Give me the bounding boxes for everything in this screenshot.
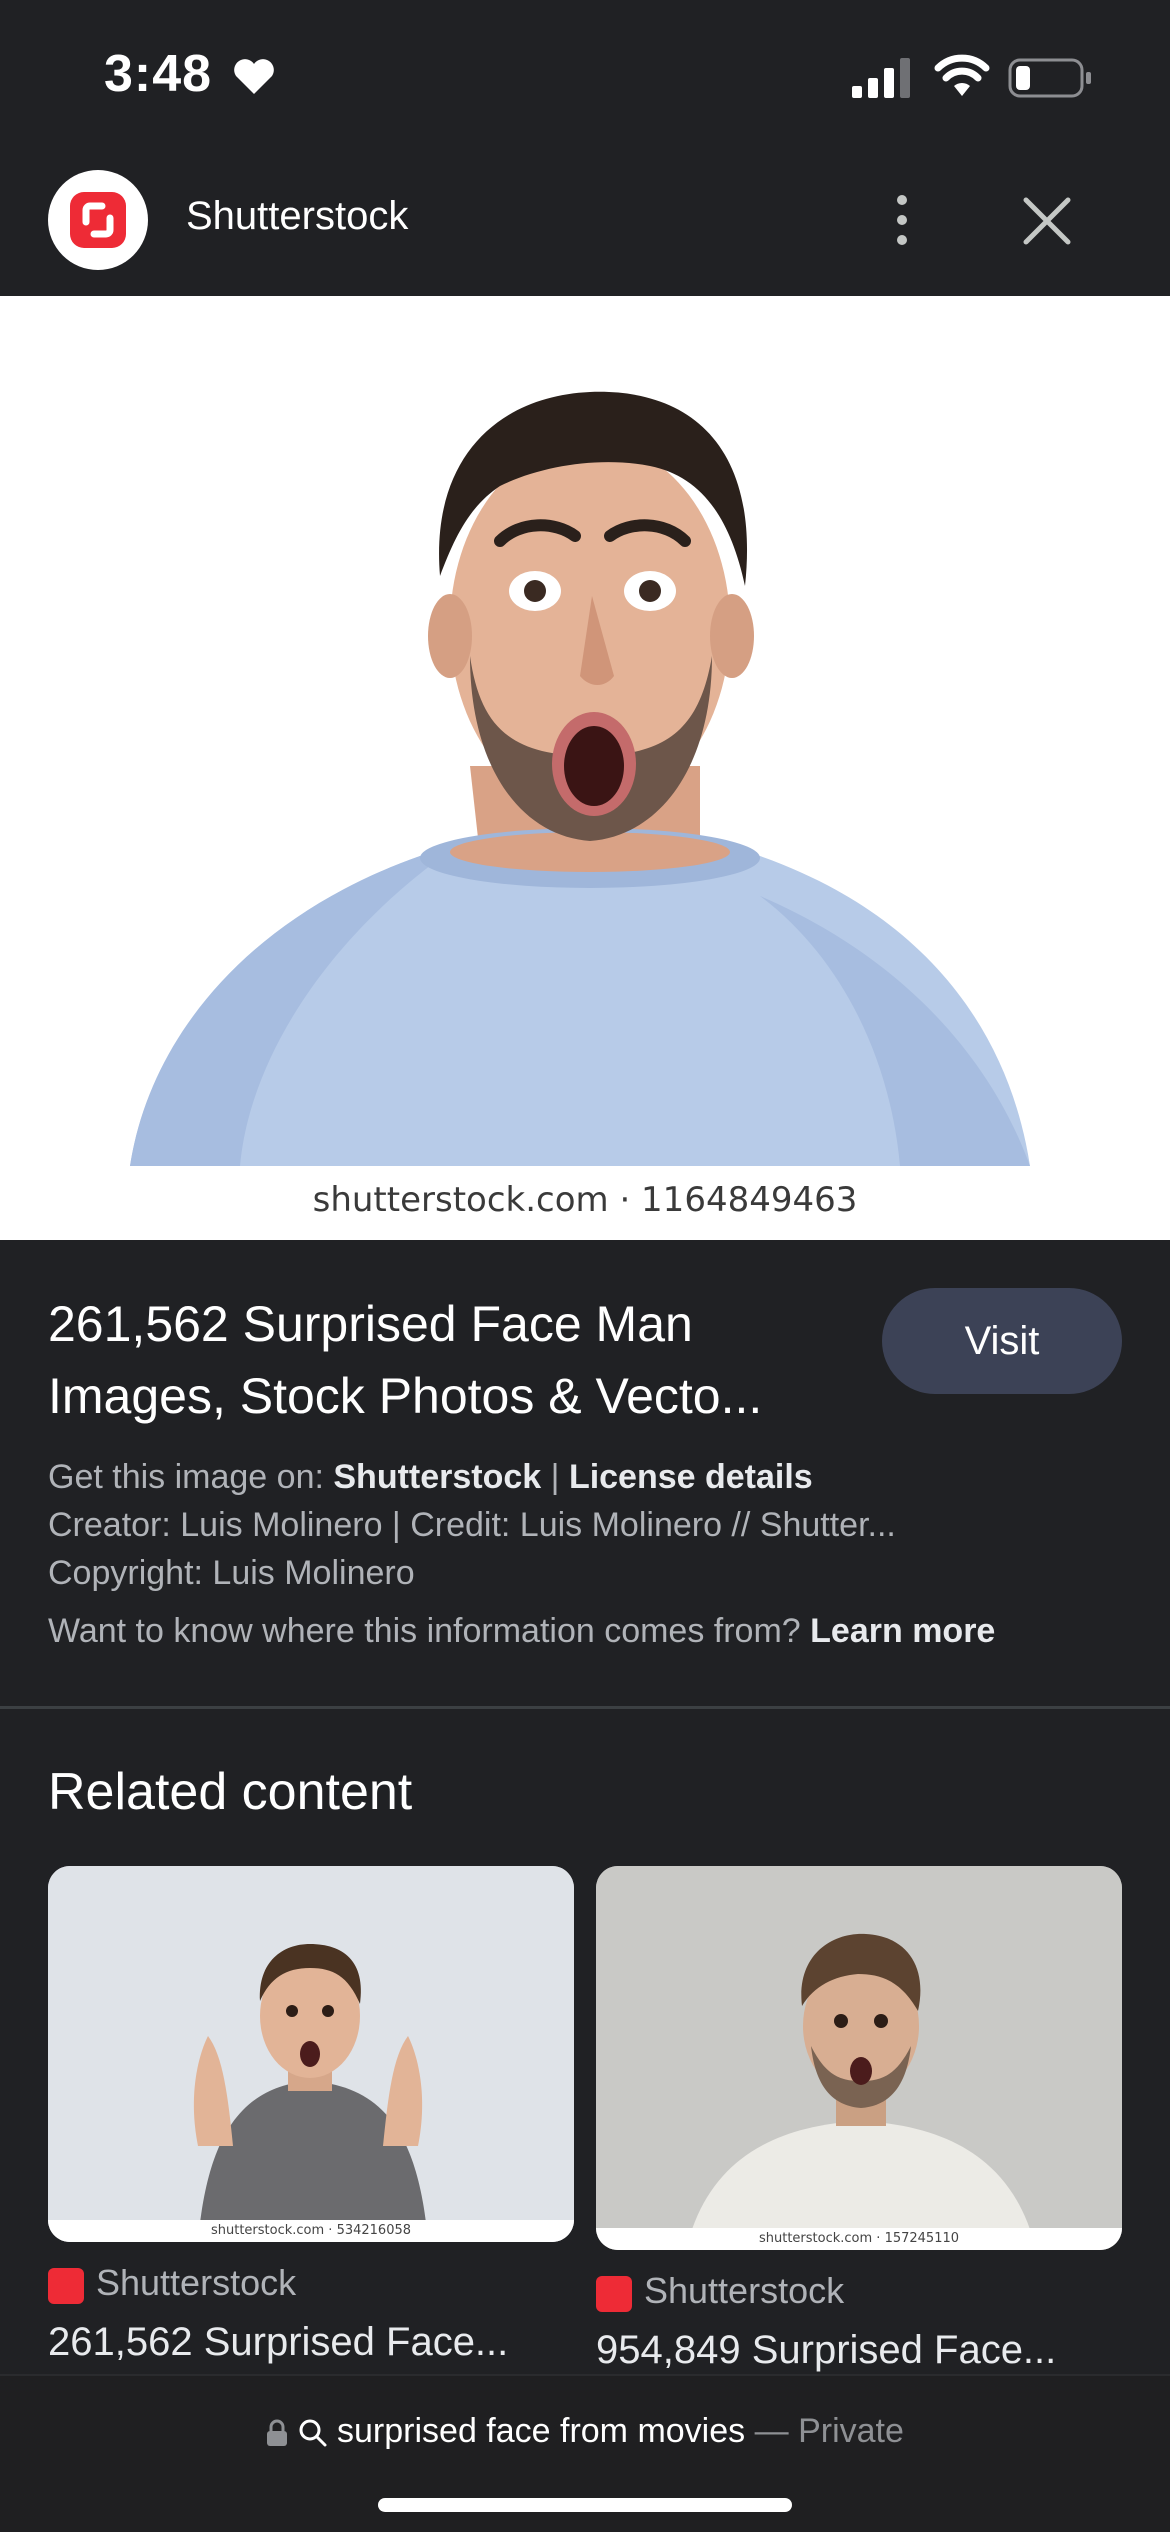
creator-line: Creator: Luis Molinero | Credit: Luis Mo…: [48, 1506, 896, 1544]
get-image-source-link[interactable]: Shutterstock: [333, 1458, 541, 1496]
wifi-icon: [934, 54, 990, 96]
get-image-prefix: Get this image on:: [48, 1458, 334, 1496]
related-source: Shutterstock: [48, 2262, 574, 2306]
related-source: Shutterstock: [596, 2270, 1122, 2314]
source-header: Shutterstock: [0, 150, 1170, 296]
status-bar: 3:48: [0, 0, 1170, 150]
separator: |: [541, 1458, 569, 1496]
status-time: 3:48: [104, 45, 213, 103]
search-icon: [299, 2419, 327, 2447]
license-details-link[interactable]: License details: [569, 1458, 813, 1496]
url-line[interactable]: surprised face from movies — Private: [0, 2412, 1170, 2451]
info-question: Want to know where this information come…: [48, 1612, 811, 1650]
search-query[interactable]: surprised face from movies: [337, 2412, 745, 2450]
related-watermark: shutterstock.com · 157245110: [596, 2228, 1122, 2250]
surprised-man-photo: [0, 296, 1170, 1240]
image-viewer-page: 3:48 Shutterstock shutterstock.com · 116…: [0, 0, 1170, 2532]
get-image-line: Get this image on: Shutterstock | Licens…: [48, 1458, 813, 1497]
dash: —: [745, 2412, 799, 2450]
shutterstock-logo[interactable]: [48, 170, 148, 270]
image-title[interactable]: 261,562 Surprised Face Man Images, Stock…: [48, 1288, 868, 1432]
learn-more-link[interactable]: Learn more: [810, 1612, 995, 1650]
battery-icon: [1008, 58, 1091, 98]
related-photo-2: [596, 1866, 1122, 2250]
related-item[interactable]: shutterstock.com · 157245110 Shutterstoc…: [596, 1866, 1122, 2373]
related-item[interactable]: shutterstock.com · 534216058 Shutterstoc…: [48, 1866, 574, 2365]
lock-icon: [267, 2419, 288, 2447]
private-label: Private: [798, 2412, 904, 2450]
related-thumbnail[interactable]: shutterstock.com · 157245110: [596, 1866, 1122, 2250]
shutterstock-favicon-icon: [48, 2268, 84, 2304]
related-source-name: Shutterstock: [96, 2262, 297, 2303]
related-watermark: shutterstock.com · 534216058: [48, 2220, 574, 2242]
related-photo-1: [48, 1866, 574, 2242]
related-content-heading: Related content: [48, 1763, 413, 1821]
related-title[interactable]: 261,562 Surprised Face...: [48, 2320, 574, 2365]
shutterstock-glyph-icon: [82, 202, 114, 238]
image-watermark: shutterstock.com · 1164849463: [312, 1180, 858, 1220]
home-indicator[interactable]: [378, 2498, 792, 2512]
more-vertical-icon[interactable]: [876, 190, 928, 250]
section-divider: [0, 1706, 1170, 1709]
visit-button[interactable]: Visit: [882, 1288, 1122, 1394]
shutterstock-favicon-icon: [596, 2276, 632, 2312]
shutterstock-logo-mark: [70, 192, 126, 248]
main-image[interactable]: shutterstock.com · 1164849463: [0, 296, 1170, 1240]
heart-icon: [234, 59, 274, 94]
close-icon[interactable]: [1018, 192, 1076, 250]
related-title[interactable]: 954,849 Surprised Face...: [596, 2328, 1122, 2373]
info-source-line: Want to know where this information come…: [48, 1612, 995, 1651]
related-thumbnail[interactable]: shutterstock.com · 534216058: [48, 1866, 574, 2242]
source-name[interactable]: Shutterstock: [186, 194, 408, 239]
related-source-name: Shutterstock: [644, 2270, 845, 2311]
copyright-line: Copyright: Luis Molinero: [48, 1554, 415, 1592]
cellular-signal-icon: [852, 58, 910, 98]
